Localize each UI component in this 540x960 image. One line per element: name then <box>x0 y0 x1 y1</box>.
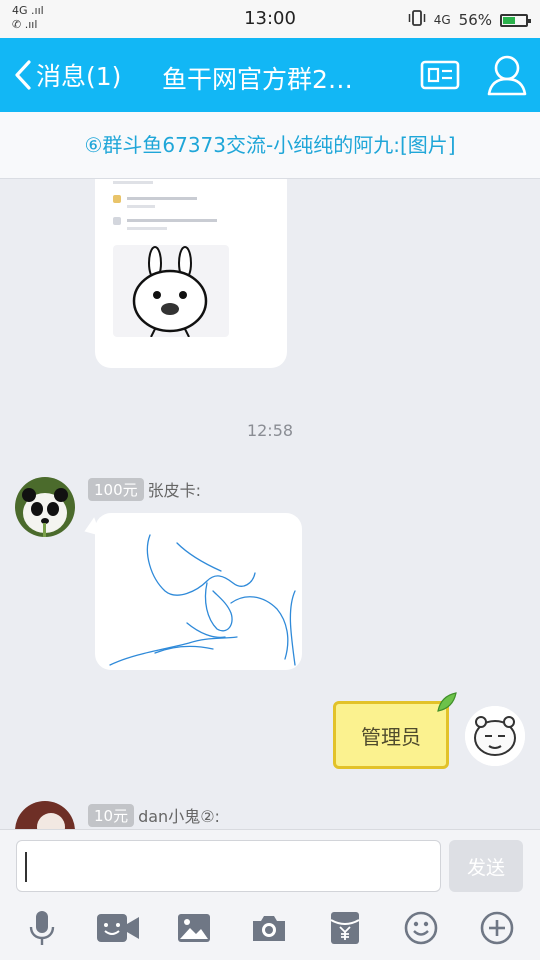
screenshot-line <box>127 197 197 200</box>
back-button[interactable]: 消息(1) <box>14 57 121 93</box>
battery-percent: 56% <box>458 11 492 29</box>
text-cursor <box>25 852 27 882</box>
send-button[interactable]: 发送 <box>449 840 523 892</box>
bunny-sticker <box>113 245 229 338</box>
battery-icon <box>500 13 531 27</box>
screenshot-line <box>113 181 153 184</box>
battery-fill <box>503 16 515 24</box>
microphone-icon <box>27 910 57 950</box>
time-divider: 12:58 <box>246 421 294 440</box>
sketch-image <box>109 534 296 666</box>
admin-sticker: 管理员 <box>333 701 449 769</box>
chevron-left-icon <box>14 60 32 90</box>
red-packet-button[interactable] <box>323 912 367 948</box>
screenshot-icon <box>113 217 121 225</box>
vibrate-icon <box>408 9 426 31</box>
status-bar: 4G .ııl ✆ .ııl 13:00 4G 56% <box>0 0 540 38</box>
photo-button[interactable] <box>172 912 216 948</box>
status-badge: 10元 <box>88 803 135 827</box>
status-right: 4G 56% <box>408 9 531 31</box>
id-card-icon <box>420 60 460 96</box>
emoji-button[interactable] <box>399 911 443 949</box>
video-call-button[interactable] <box>96 912 140 948</box>
screenshot-line <box>127 227 167 230</box>
screenshot-line <box>127 219 217 222</box>
group-members-button[interactable] <box>486 53 528 101</box>
red-packet-icon <box>330 911 360 949</box>
status-badge: 100元 <box>88 477 144 501</box>
admin-label: 管理员 <box>361 724 421 749</box>
sender-name: 张皮卡: <box>147 481 202 500</box>
chat-header: 消息(1) 鱼干网官方群2… <box>0 38 540 112</box>
back-label: 消息(1) <box>36 62 122 91</box>
image-message-bubble[interactable] <box>95 179 287 368</box>
screenshot-line <box>127 205 155 208</box>
camera-icon <box>251 913 287 947</box>
group-card-button[interactable] <box>420 58 460 96</box>
notice-bar[interactable]: ⑥群斗鱼67373交流-小纯纯的阿九:[图片] <box>0 112 540 179</box>
input-toolbar <box>0 900 540 960</box>
leaf-icon <box>434 691 460 719</box>
network-4g: 4G <box>433 13 451 27</box>
input-bar: 发送 <box>0 829 540 901</box>
notice-text: ⑥群斗鱼67373交流-小纯纯的阿九:[图片] <box>84 133 456 157</box>
emoji-icon <box>404 911 438 949</box>
plus-icon <box>480 911 514 949</box>
more-button[interactable] <box>475 911 519 949</box>
image-icon <box>177 913 211 947</box>
avatar[interactable] <box>15 477 75 537</box>
avatar[interactable] <box>15 801 75 829</box>
sender-line: 100元 张皮卡: <box>88 477 201 501</box>
person-icon <box>486 55 528 101</box>
video-call-icon <box>96 912 140 948</box>
sender-name: dan小鬼②: <box>138 807 220 826</box>
chat-area[interactable]: 12:58 100元 张皮卡: 管理员 10元 dan小鬼②: <box>0 179 540 829</box>
camera-button[interactable] <box>247 912 291 948</box>
page-title: 鱼干网官方群2… <box>162 65 353 94</box>
sender-line: 10元 dan小鬼②: <box>88 803 220 827</box>
avatar[interactable] <box>465 706 525 766</box>
image-message-bubble[interactable] <box>95 513 302 670</box>
screenshot-icon <box>113 195 121 203</box>
voice-button[interactable] <box>20 910 64 950</box>
message-input[interactable] <box>16 840 441 892</box>
